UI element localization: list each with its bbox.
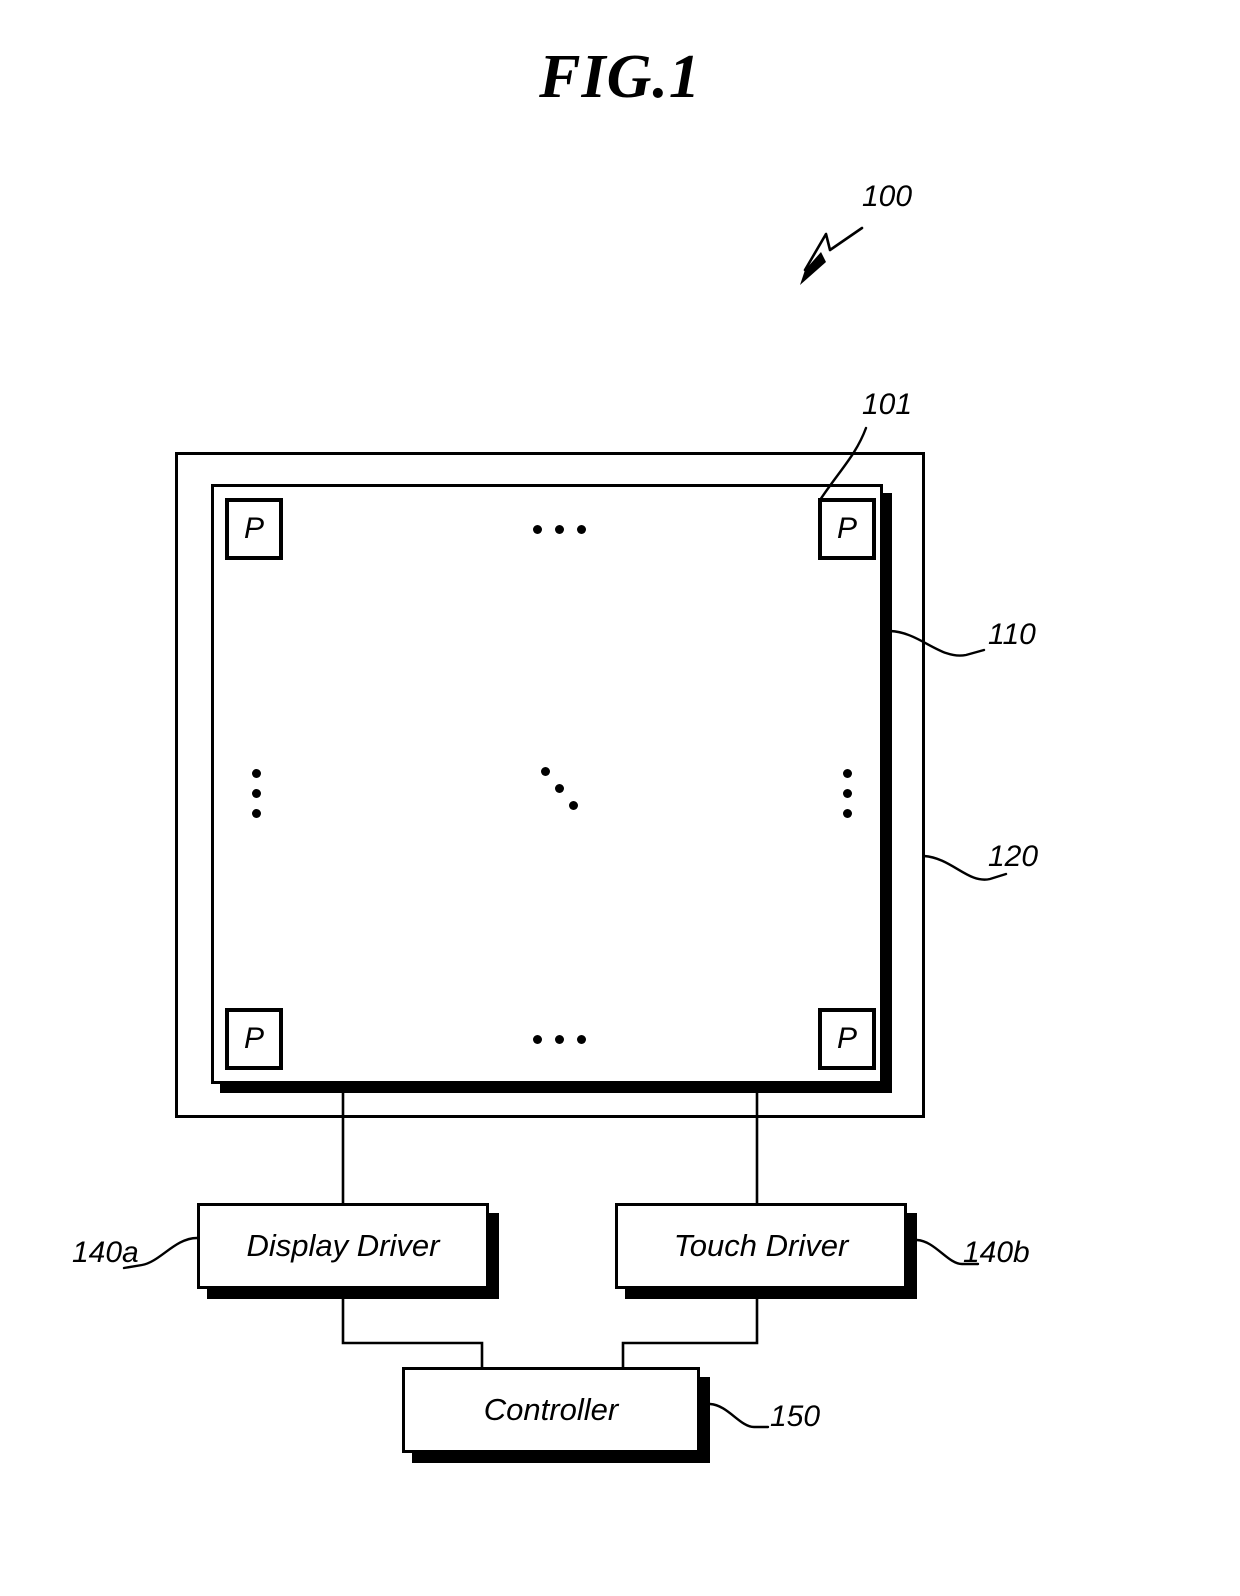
ref-100-label: 100 bbox=[862, 180, 913, 213]
ellipsis-dot bbox=[577, 1035, 586, 1044]
ellipsis-dot bbox=[555, 784, 564, 793]
pixel-cell-bottom-left: P bbox=[225, 1008, 283, 1070]
display-driver-block[interactable]: Display Driver bbox=[197, 1203, 489, 1289]
ellipsis-dot bbox=[252, 809, 261, 818]
controller-block[interactable]: Controller bbox=[402, 1367, 700, 1453]
ref-110-label: 110 bbox=[988, 618, 1036, 651]
patent-figure: FIG.1 100 101 110 120 140a 140b 150 P P … bbox=[0, 0, 1240, 1596]
ref-120-label: 120 bbox=[988, 840, 1039, 873]
ellipsis-dot bbox=[252, 769, 261, 778]
ref-150-label: 150 bbox=[770, 1400, 821, 1433]
ref-101-label: 101 bbox=[862, 388, 913, 421]
ellipsis-dot bbox=[541, 767, 550, 776]
ellipsis-dot bbox=[252, 789, 261, 798]
pixel-cell-top-left: P bbox=[225, 498, 283, 560]
figure-title: FIG.1 bbox=[539, 43, 701, 111]
ellipsis-dot bbox=[533, 525, 542, 534]
ref-100-leader bbox=[800, 226, 864, 285]
ellipsis-dot bbox=[555, 525, 564, 534]
pixel-cell-bottom-right: P bbox=[818, 1008, 876, 1070]
ellipsis-dot bbox=[555, 1035, 564, 1044]
ref-150-leader bbox=[708, 1402, 770, 1429]
connector-touch-driver-to-controller bbox=[621, 1299, 759, 1367]
inner-panel-110 bbox=[211, 484, 883, 1084]
touch-driver-block[interactable]: Touch Driver bbox=[615, 1203, 907, 1289]
ellipsis-dot bbox=[843, 769, 852, 778]
ref-140b-label: 140b bbox=[963, 1236, 1030, 1269]
ellipsis-dot bbox=[843, 809, 852, 818]
connector-display-driver-to-controller bbox=[341, 1299, 484, 1367]
ellipsis-dot bbox=[843, 789, 852, 798]
pixel-cell-top-right: P bbox=[818, 498, 876, 560]
ellipsis-dot bbox=[577, 525, 586, 534]
ellipsis-dot bbox=[569, 801, 578, 810]
ref-140a-label: 140a bbox=[72, 1236, 139, 1269]
ellipsis-dot bbox=[533, 1035, 542, 1044]
